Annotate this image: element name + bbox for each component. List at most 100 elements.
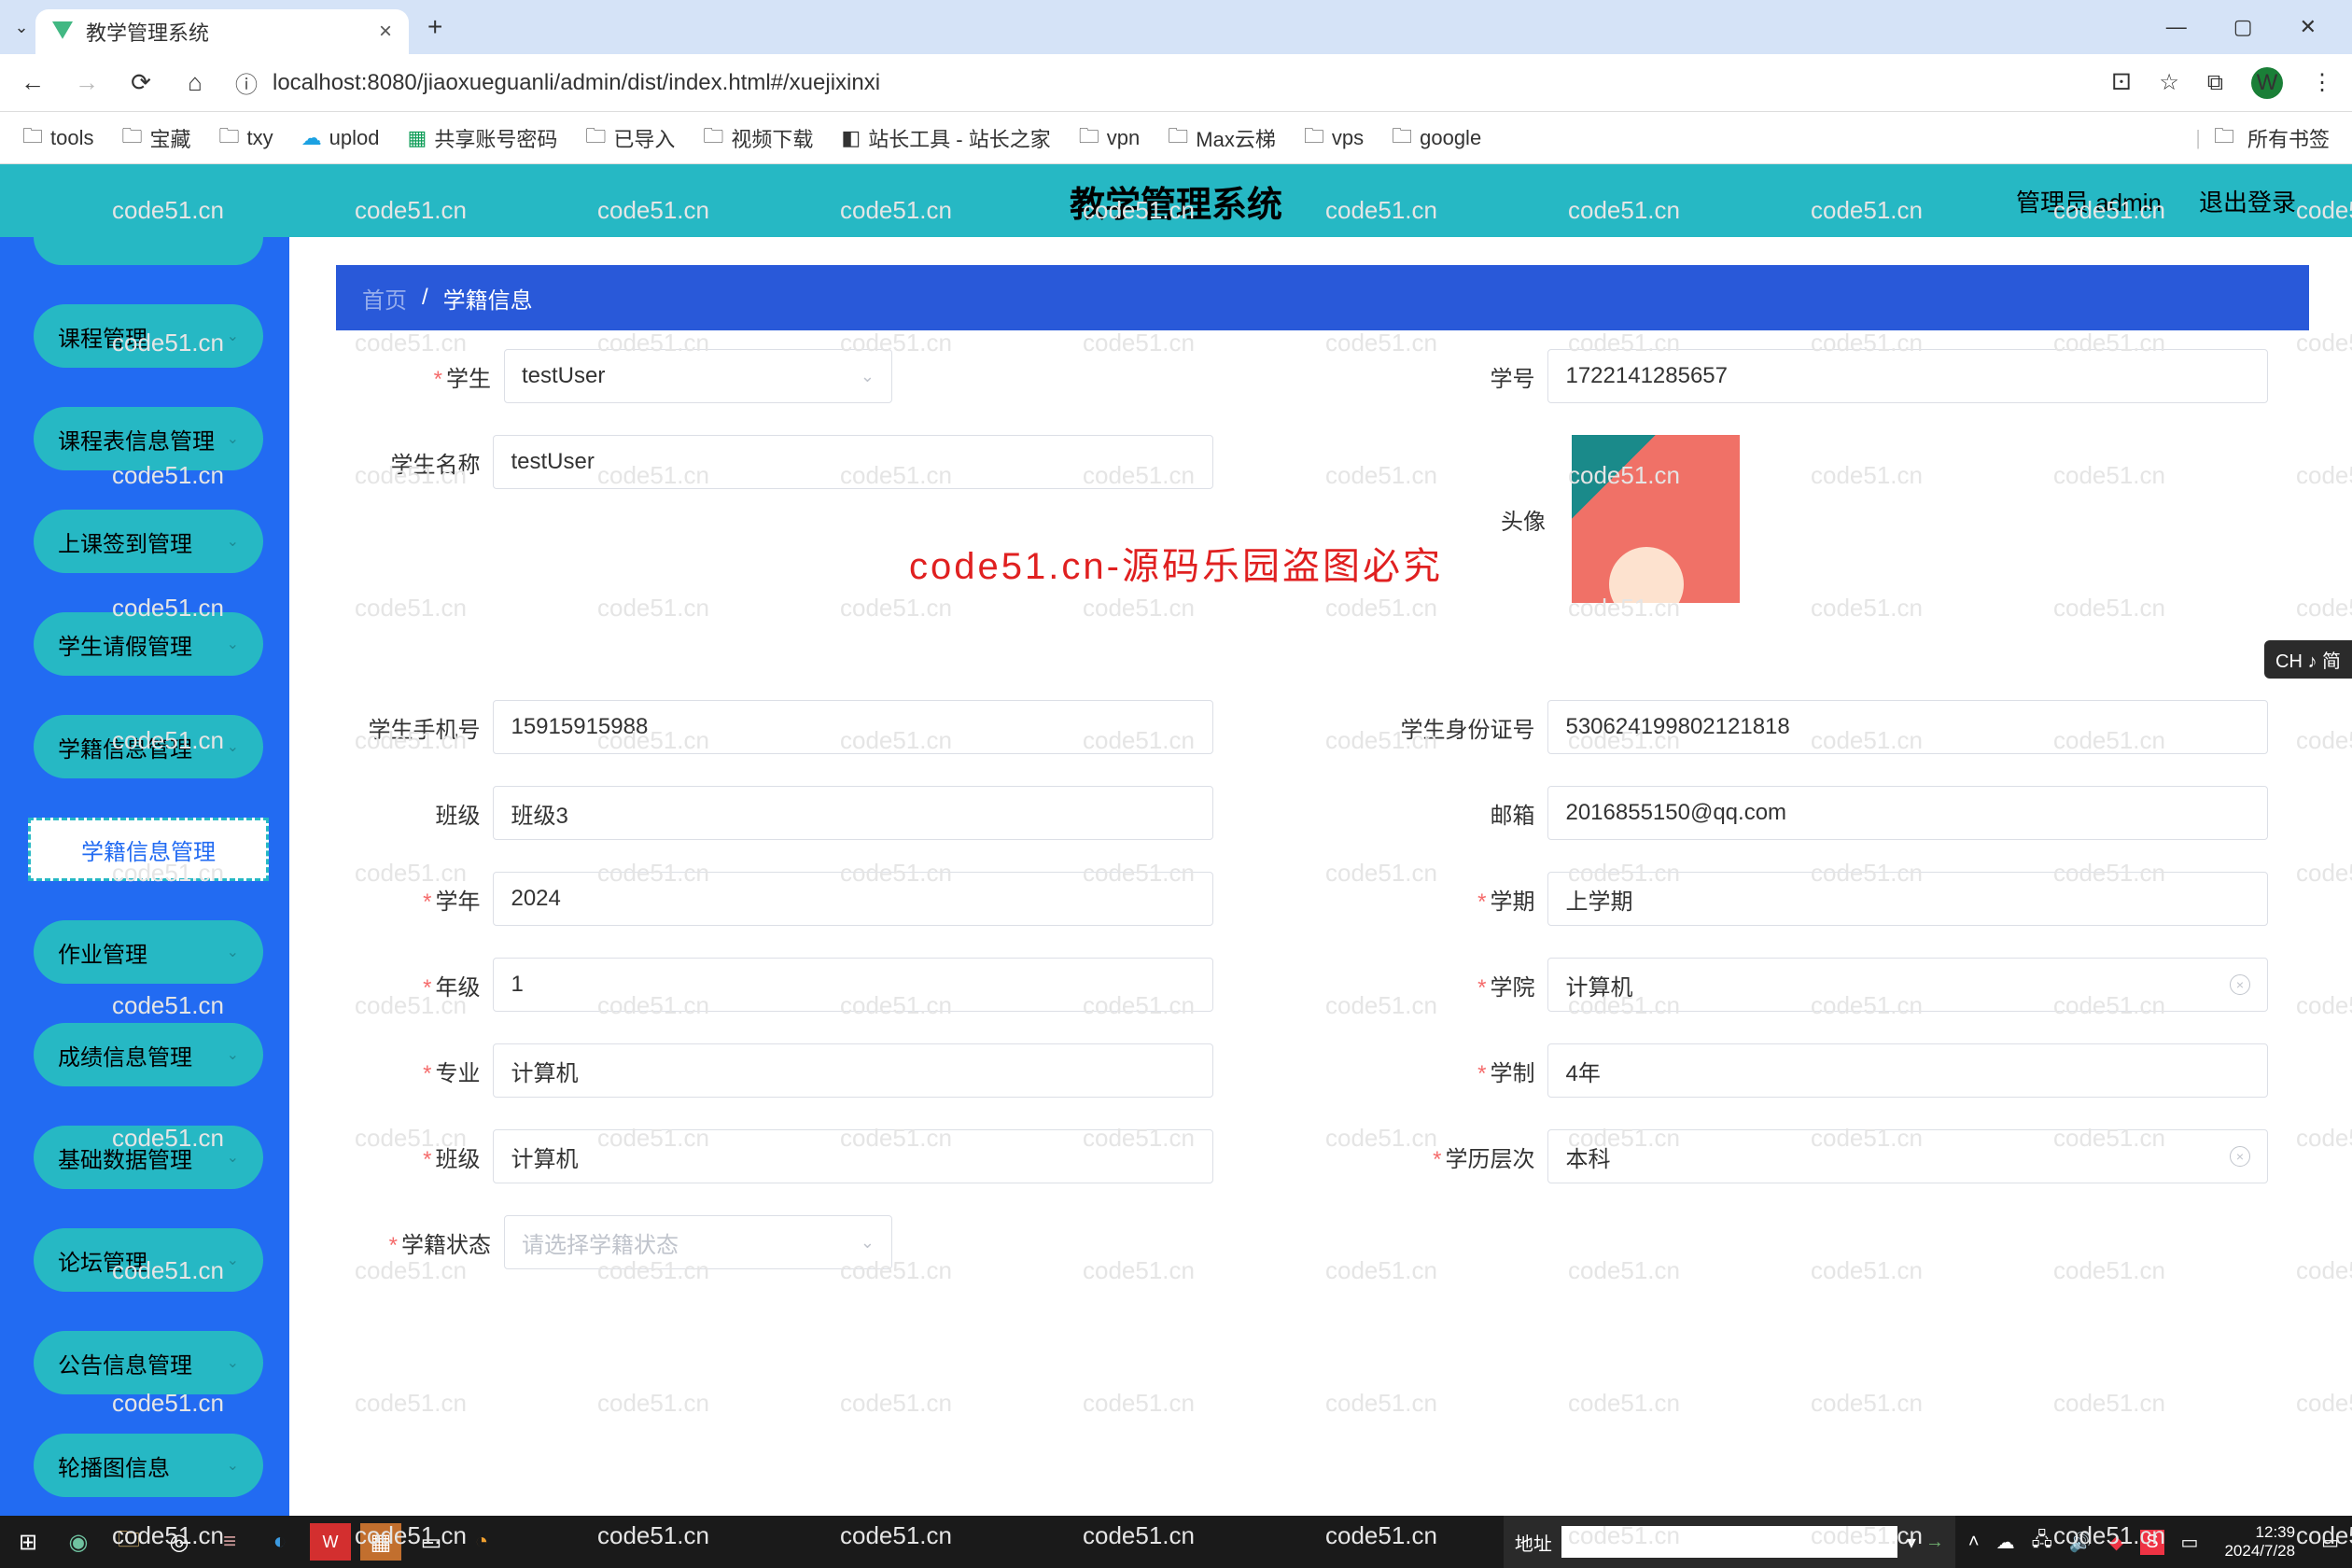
input-college[interactable]: 计算机× (1547, 958, 2268, 1012)
sidebar-item-partial[interactable] (34, 237, 263, 265)
input-phone[interactable]: 15915915988 (493, 700, 1213, 754)
reload-icon[interactable]: ⟳ (127, 68, 155, 97)
maximize-icon[interactable]: ▢ (2233, 15, 2253, 39)
explorer-icon[interactable]: 🗀 (108, 1523, 149, 1561)
bookmark-item[interactable]: 🗀vpn (1079, 120, 1141, 156)
bookmark-item[interactable]: ☁uplod (301, 126, 380, 150)
extensions-icon[interactable]: ⧉ (2207, 70, 2223, 96)
tray-net-icon[interactable]: 🖧 (2032, 1526, 2052, 1558)
tray-notif-icon[interactable]: ▭ (2321, 1531, 2339, 1554)
tray-up-icon[interactable]: ˄ (1968, 1532, 1980, 1553)
ime-badge[interactable]: CH ♪ 简 (2264, 640, 2352, 679)
browser-tab[interactable]: 教学管理系统 × (35, 9, 409, 54)
input-class[interactable]: 班级3 (493, 786, 1213, 840)
new-tab-button[interactable]: + (427, 12, 442, 42)
tab-list-dropdown[interactable]: ⌄ (7, 18, 35, 37)
main-area: 课程管理⌄ 课程表信息管理⌄ 上课签到管理⌄ 学生请假管理⌄ 学籍信息管理⌄ 学… (0, 237, 2352, 1516)
edge-icon[interactable]: ◉ (58, 1523, 99, 1561)
sidebar-item-carousel[interactable]: 轮播图信息⌄ (34, 1434, 263, 1497)
admin-label[interactable]: 管理员 admin (2016, 184, 2162, 218)
bookmark-item[interactable]: ◧站长工具 - 站长之家 (841, 123, 1050, 153)
all-bookmarks[interactable]: 所有书签 (2247, 123, 2330, 153)
app2-icon[interactable]: ◔ (461, 1523, 502, 1561)
tray-app-icon[interactable]: ◆ (2109, 1531, 2123, 1554)
input-student-no[interactable]: 1722141285657 (1547, 349, 2268, 403)
input-major[interactable]: 计算机 (493, 1043, 1213, 1098)
input-year[interactable]: 2024 (493, 872, 1213, 926)
label-college: *学院 (1400, 969, 1547, 1001)
avatar-image[interactable] (1572, 435, 1740, 603)
profile-avatar[interactable]: W (2251, 67, 2283, 99)
star-icon[interactable]: ☆ (2159, 69, 2179, 96)
clear-icon[interactable]: × (2230, 1146, 2250, 1167)
browser2-icon[interactable]: ◐ (259, 1523, 301, 1561)
sidebar-item-enroll-active[interactable]: 学籍信息管理 (28, 818, 269, 881)
sidebar-item-enroll[interactable]: 学籍信息管理⌄ (34, 715, 263, 778)
bookmark-item[interactable]: 🗀tools (22, 120, 94, 156)
site-info-icon[interactable]: ⓘ (235, 66, 258, 99)
sidebar-item-score[interactable]: 成绩信息管理⌄ (34, 1023, 263, 1086)
input-system[interactable]: 4年 (1547, 1043, 2268, 1098)
breadcrumb-home[interactable]: 首页 (362, 282, 407, 315)
sidebar-item-checkin[interactable]: 上课签到管理⌄ (34, 510, 263, 573)
close-window-icon[interactable]: ✕ (2300, 15, 2317, 39)
home-icon[interactable]: ⌂ (181, 68, 209, 97)
bookmark-item[interactable]: 🗀宝藏 (122, 120, 191, 156)
chrome-icon[interactable]: ◎ (159, 1523, 200, 1561)
input-class2[interactable]: 计算机 (493, 1129, 1213, 1183)
bookmark-item[interactable]: ▦共享账号密码 (408, 123, 558, 153)
tb-go-icon[interactable]: → (1925, 1532, 1944, 1553)
input-student-name[interactable]: testUser (493, 435, 1213, 489)
input-email[interactable]: 2016855150@qq.com (1547, 786, 2268, 840)
editor-icon[interactable]: ≡ (209, 1523, 250, 1561)
input-semester[interactable]: 上学期 (1547, 872, 2268, 926)
sidebar-item-forum[interactable]: 论坛管理⌄ (34, 1228, 263, 1292)
url-text: localhost:8080/jiaoxueguanli/admin/dist/… (273, 70, 880, 96)
select-student[interactable]: testUser⌄ (504, 349, 892, 403)
clear-icon[interactable]: × (2230, 974, 2250, 995)
forward-icon[interactable]: → (73, 68, 101, 97)
tb-dropdown-icon[interactable]: ▾ (1907, 1531, 1916, 1554)
tray-vol-icon[interactable]: 🔊 (2069, 1531, 2093, 1554)
tray-ime-icon[interactable]: S (2140, 1530, 2163, 1555)
folder-icon: 🗀 (1079, 120, 1099, 156)
url-input[interactable]: ⓘ localhost:8080/jiaoxueguanli/admin/dis… (235, 66, 2085, 99)
sidebar-item-notice[interactable]: 公告信息管理⌄ (34, 1331, 263, 1394)
label-grade: *年级 (345, 969, 493, 1001)
sidebar-item-course[interactable]: 课程管理⌄ (34, 304, 263, 368)
tab-close-icon[interactable]: × (379, 19, 392, 45)
wps-icon[interactable]: W (310, 1523, 351, 1561)
minimize-icon[interactable]: — (2166, 15, 2187, 39)
lens-icon[interactable]: ⚀ (2111, 69, 2131, 96)
bookmarks-bar: 🗀tools 🗀宝藏 🗀txy ☁uplod ▦共享账号密码 🗀已导入 🗀视频下… (0, 112, 2352, 164)
ide-icon[interactable]: ▦ (360, 1523, 401, 1561)
bookmark-item[interactable]: 🗀视频下载 (703, 120, 813, 156)
tray-cloud-icon[interactable]: ☁ (1996, 1531, 2015, 1554)
bookmark-item[interactable]: 🗀google (1392, 120, 1481, 156)
chevron-down-icon: ⌄ (227, 1456, 239, 1475)
sidebar-item-homework[interactable]: 作业管理⌄ (34, 920, 263, 984)
sidebar-item-schedule[interactable]: 课程表信息管理⌄ (34, 407, 263, 470)
bookmark-item[interactable]: 🗀Max云梯 (1168, 120, 1276, 156)
bookmark-item[interactable]: 🗀vps (1304, 120, 1364, 156)
taskbar-clock[interactable]: 12:39 2024/7/28 (2215, 1523, 2304, 1561)
tray-bat-icon[interactable]: ▭ (2181, 1531, 2199, 1554)
bookmark-item[interactable]: 🗀已导入 (585, 120, 675, 156)
content-area[interactable]: 首页 / 学籍信息 *学生 testUser⌄ 学号 1722141285657… (289, 237, 2352, 1516)
bookmark-item[interactable]: 🗀txy (219, 120, 273, 156)
chevron-down-icon: ⌄ (227, 737, 239, 756)
chevron-down-icon: ⌄ (227, 943, 239, 961)
logout-link[interactable]: 退出登录 (2199, 184, 2296, 218)
input-edu[interactable]: 本科× (1547, 1129, 2268, 1183)
menu-icon[interactable]: ⋮ (2311, 69, 2333, 96)
chevron-down-icon: ⌄ (227, 635, 239, 653)
app-icon[interactable]: ▭ (411, 1523, 452, 1561)
tb-addr-input[interactable] (1561, 1526, 1897, 1558)
back-icon[interactable]: ← (19, 68, 47, 97)
start-icon[interactable]: ⊞ (7, 1523, 49, 1561)
sidebar-item-base[interactable]: 基础数据管理⌄ (34, 1126, 263, 1189)
select-status[interactable]: 请选择学籍状态⌄ (504, 1215, 892, 1269)
input-idcard[interactable]: 530624199802121818 (1547, 700, 2268, 754)
sidebar-item-leave[interactable]: 学生请假管理⌄ (34, 612, 263, 676)
input-grade[interactable]: 1 (493, 958, 1213, 1012)
